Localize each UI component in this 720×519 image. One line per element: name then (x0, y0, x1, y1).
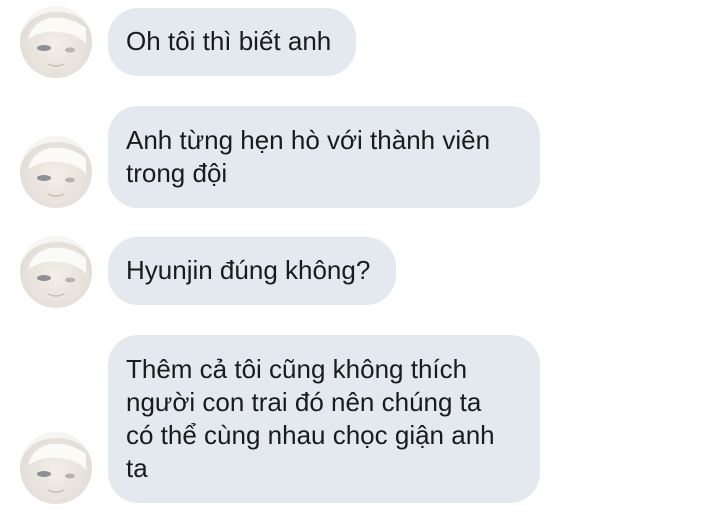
avatar-face-icon (20, 136, 92, 197)
avatar-icon[interactable] (20, 6, 92, 78)
avatar-icon[interactable] (20, 432, 92, 504)
message-bubble[interactable]: Oh tôi thì biết anh (108, 8, 356, 76)
message-bubble[interactable]: Thêm cả tôi cũng không thích người con t… (108, 335, 540, 503)
message-bubble[interactable]: Anh từng hẹn hò với thành viên trong đội (108, 106, 540, 208)
avatar-icon[interactable] (20, 236, 92, 308)
message-text: Oh tôi thì biết anh (126, 26, 332, 56)
avatar-face-icon (20, 432, 92, 493)
avatar-face-icon (20, 236, 92, 297)
message-text: Thêm cả tôi cũng không thích người con t… (126, 354, 495, 483)
message-bubble[interactable]: Hyunjin đúng không? (108, 237, 396, 305)
message-text: Hyunjin đúng không? (126, 255, 371, 285)
message-text: Anh từng hẹn hò với thành viên trong đội (126, 125, 491, 188)
avatar-icon[interactable] (20, 136, 92, 208)
avatar-face-icon (20, 6, 92, 67)
